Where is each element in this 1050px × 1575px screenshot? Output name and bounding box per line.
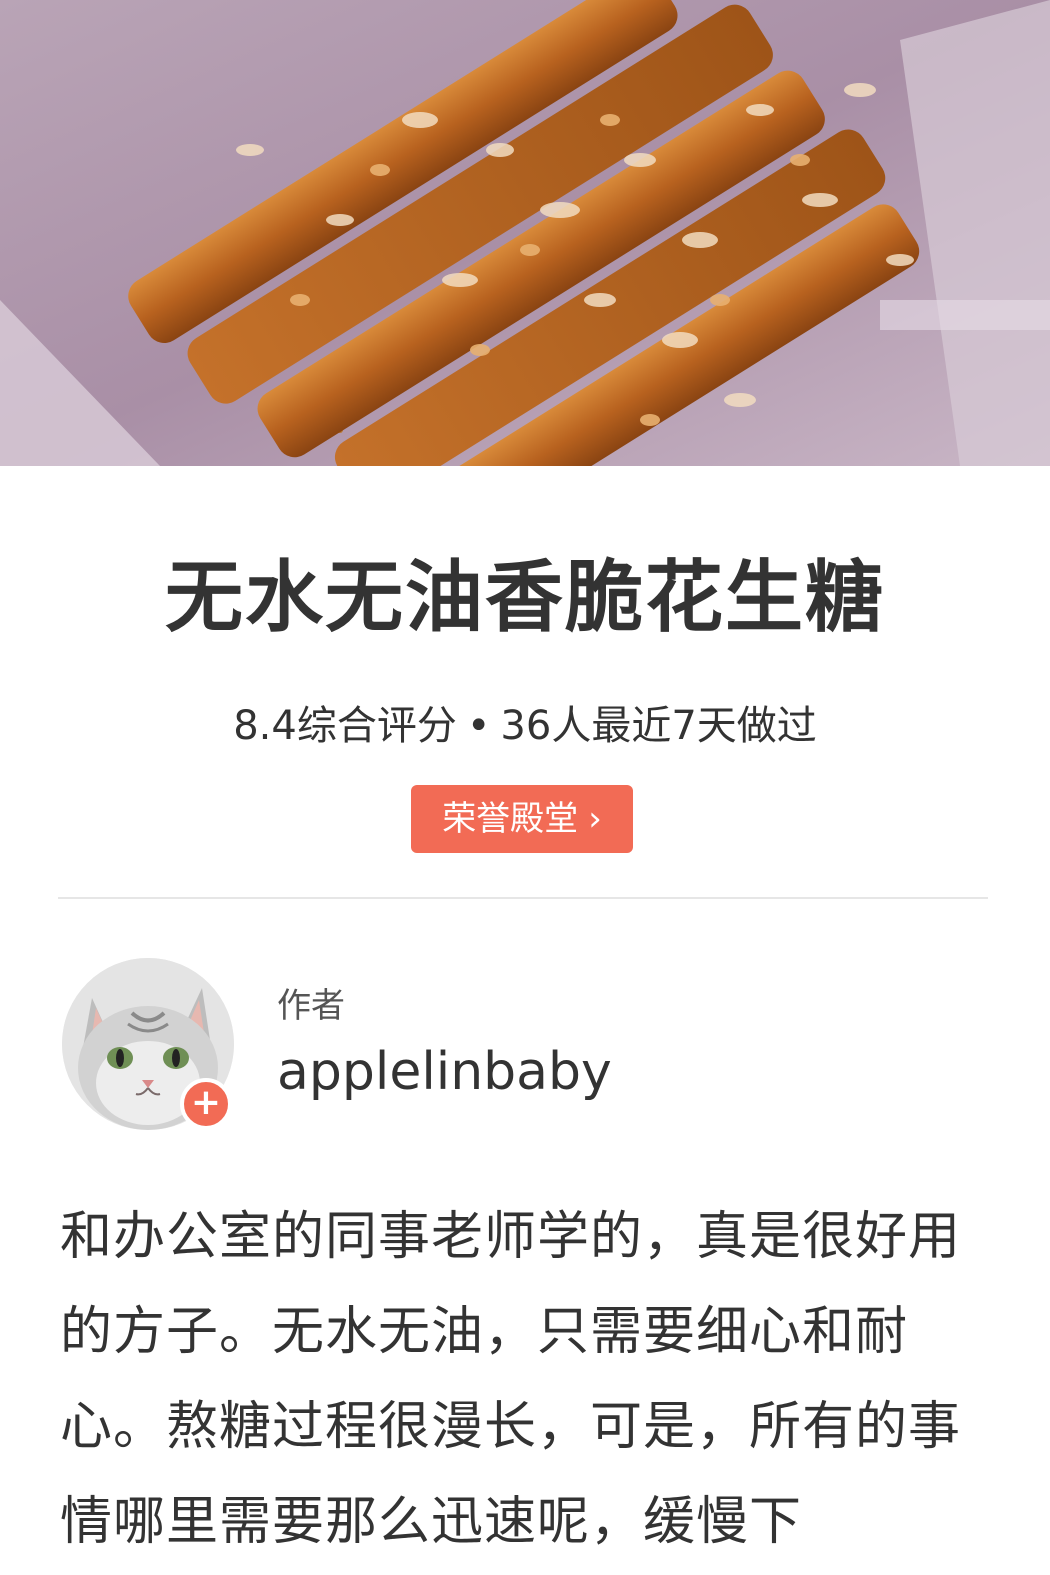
honor-hall-button[interactable]: 荣誉殿堂 › [411, 785, 633, 853]
made-count-text: 36人最近7天做过 [500, 703, 817, 749]
recipe-cover-photo[interactable] [0, 0, 1050, 466]
recipe-page: 无水无油香脆花生糖 8.4综合评分 • 36人最近7天做过 荣誉殿堂 › + 作… [0, 0, 1050, 1575]
recipe-title: 无水无油香脆花生糖 [164, 553, 885, 643]
chevron-right-icon: › [588, 799, 602, 839]
rating-text: 8.4综合评分 [233, 703, 457, 749]
plus-icon: + [190, 1082, 222, 1123]
recipe-description: 和办公室的同事老师学的，真是很好用的方子。无水无油，只需要细心和耐心。熬糖过程很… [60, 1207, 962, 1552]
section-divider [58, 897, 988, 899]
recipe-stats: 8.4综合评分 • 36人最近7天做过 [0, 698, 1050, 754]
separator-dot: • [466, 703, 491, 749]
author-name[interactable]: applelinbaby [277, 1038, 612, 1106]
author-label: 作者 [277, 986, 345, 1026]
honor-hall-label: 荣誉殿堂 [442, 799, 579, 839]
follow-author-button[interactable]: + [180, 1078, 232, 1130]
